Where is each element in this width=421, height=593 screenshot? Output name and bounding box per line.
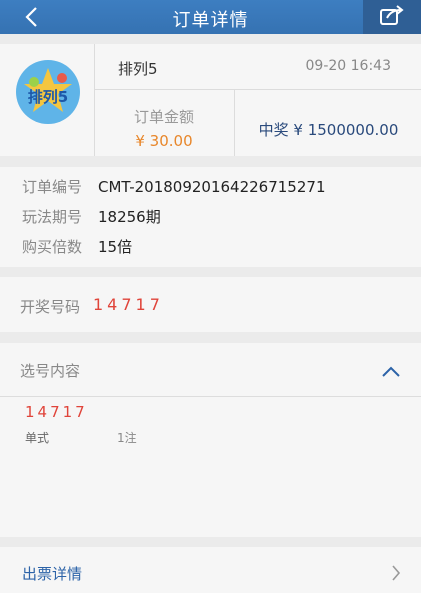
multiple-row: 购买倍数 15倍 [22,236,132,257]
bet-type: 单式 [25,431,50,445]
lottery-logo-cell: 排列5 [0,44,95,156]
multiple-label: 购买倍数 [22,238,83,256]
draw-label: 开奖号码 [20,298,81,316]
multiple-value: 15倍 [98,238,133,256]
share-icon [379,4,405,30]
divider [94,89,421,90]
amount-label: 订单金额 [133,108,194,126]
chevron-up-icon[interactable] [381,363,401,377]
divider [0,396,421,397]
ticket-details-row[interactable]: 出票详情 [0,547,421,593]
lottery-logo: 排列5 [14,58,82,126]
share-button[interactable] [363,0,421,34]
amount-value: ¥ 30.00 [135,132,193,150]
order-time: 09-20 16:43 [305,58,391,74]
picks-section: 选号内容 14717 单式 1注 [0,343,421,537]
draw-numbers: 开奖号码 14717 [0,277,421,332]
bet-count: 1注 [117,431,137,445]
chevron-right-icon [391,564,401,582]
issue-row: 玩法期号 18256期 [22,206,161,227]
issue-value: 18256期 [98,208,161,226]
issue-label: 玩法期号 [22,208,83,226]
order-info: 订单编号 CMT-20180920164226715271 玩法期号 18256期 … [0,167,421,267]
draw-value: 14717 [93,295,164,314]
divider [234,89,235,156]
order-no-label: 订单编号 [22,178,83,196]
lottery-name: 排列5 [118,60,158,78]
svg-text:排列5: 排列5 [28,88,68,106]
picks-label: 选号内容 [20,362,81,380]
picked-numbers: 14717 [25,403,88,421]
prize-amount: 中奖 ¥ 1500000.00 [258,121,399,139]
order-summary: 排列5 排列5 09-20 16:43 订单金额 ¥ 30.00 中奖 ¥ 15… [0,44,421,156]
ticket-details-label: 出票详情 [22,565,83,583]
nav-bar: 订单详情 [0,0,421,34]
order-no-row: 订单编号 CMT-20180920164226715271 [22,176,325,197]
order-no-value: CMT-20180920164226715271 [98,178,326,196]
page-title: 订单详情 [172,10,249,31]
